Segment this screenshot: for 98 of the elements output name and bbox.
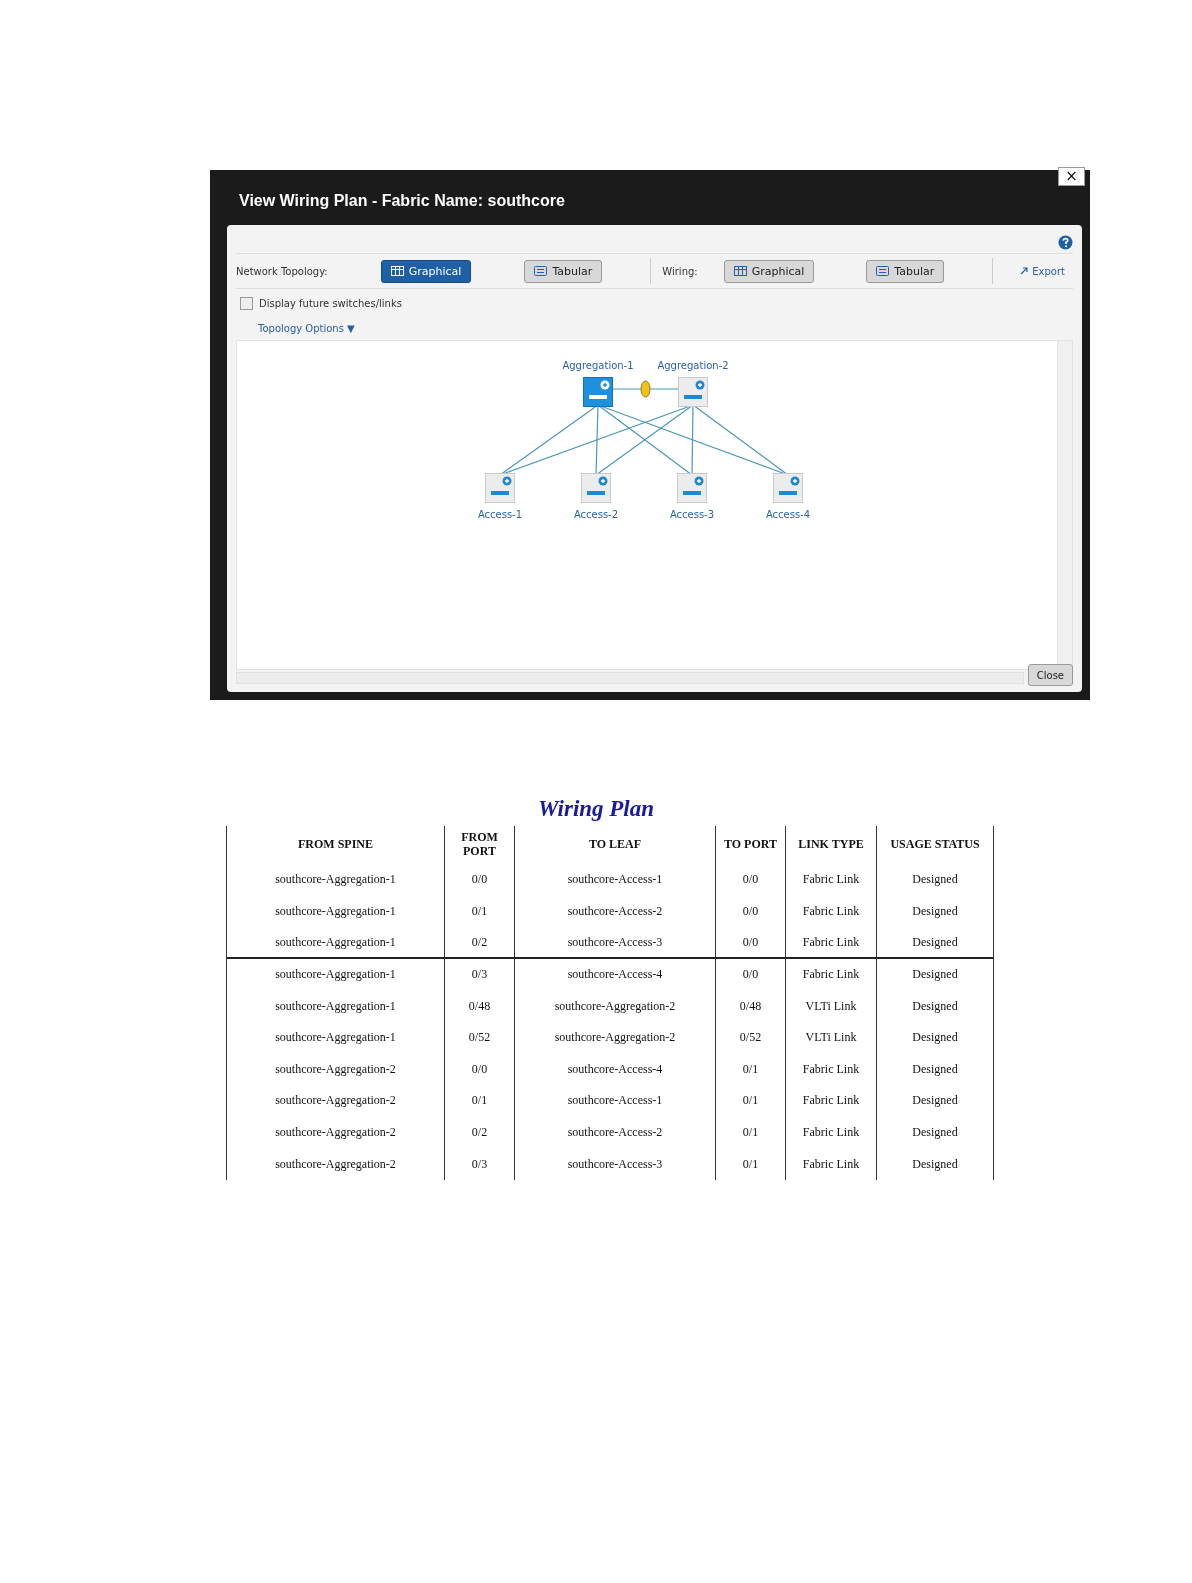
table-cell: Fabric Link — [785, 1116, 877, 1149]
table-cell: 0/1 — [444, 895, 515, 928]
table-cell: southcore-Access-1 — [514, 1085, 716, 1117]
table-cell: Designed — [876, 895, 994, 928]
table-cell: Designed — [876, 927, 994, 959]
network-topology-label: Network Topology: — [236, 265, 328, 277]
checkbox-label: Display future switches/links — [259, 297, 402, 309]
table-cell: 0/0 — [715, 958, 786, 991]
table-cell: 0/2 — [444, 927, 515, 959]
node-label: Access-1 — [477, 509, 523, 520]
table-cell: southcore-Access-2 — [514, 895, 716, 928]
node-label: Access-3 — [669, 509, 715, 520]
table-cell: 0/1 — [444, 1085, 515, 1117]
column-header: TO PORT — [715, 826, 786, 864]
table-cell: southcore-Access-4 — [514, 1053, 716, 1086]
table-cell: southcore-Access-1 — [514, 864, 716, 896]
view-toggle-button[interactable]: Graphical — [723, 259, 815, 283]
table-cell: 0/1 — [715, 1148, 786, 1180]
table-cell: VLTi Link — [785, 990, 877, 1022]
column-header: TO LEAF — [514, 826, 716, 864]
dialog-title: View Wiring Plan - Fabric Name: southcore — [239, 192, 565, 210]
table-cell: southcore-Aggregation-1 — [226, 927, 445, 959]
table-cell: 0/2 — [444, 1116, 515, 1149]
column-header: FROM SPINE — [226, 826, 445, 864]
table-cell: southcore-Aggregation-2 — [226, 1085, 445, 1117]
table-cell: 0/1 — [715, 1116, 786, 1149]
table-cell: 0/0 — [715, 927, 786, 959]
grid-icon — [733, 266, 747, 276]
table-cell: southcore-Aggregation-2 — [226, 1053, 445, 1086]
table-cell: Designed — [876, 1085, 994, 1117]
list-icon — [534, 266, 548, 276]
switch-node[interactable] — [581, 473, 611, 503]
export-link[interactable]: Export — [1032, 265, 1065, 277]
table-cell: southcore-Aggregation-2 — [514, 1021, 716, 1054]
help-icon[interactable] — [1058, 235, 1073, 250]
table-cell: southcore-Aggregation-2 — [226, 1148, 445, 1180]
table-cell: southcore-Aggregation-2 — [514, 990, 716, 1022]
view-toggle-button[interactable]: Tabular — [866, 259, 945, 283]
table-cell: Designed — [876, 990, 994, 1022]
table-cell: 0/0 — [715, 895, 786, 928]
node-label: Access-4 — [765, 509, 811, 520]
table-cell: 0/3 — [444, 1148, 515, 1180]
table-title: Wiring Plan — [537, 796, 655, 822]
column-header: USAGE STATUS — [876, 826, 994, 864]
table-cell: Designed — [876, 958, 994, 991]
list-icon — [876, 266, 890, 276]
node-label: Aggregation-1 — [562, 360, 634, 371]
checkbox[interactable] — [240, 296, 253, 310]
switch-node[interactable] — [583, 377, 613, 407]
table-cell: southcore-Aggregation-1 — [226, 895, 445, 928]
table-cell: southcore-Access-3 — [514, 1148, 716, 1180]
table-cell: southcore-Aggregation-2 — [226, 1116, 445, 1149]
node-label: Aggregation-2 — [657, 360, 729, 371]
table-cell: 0/52 — [444, 1021, 515, 1054]
table-cell: Designed — [876, 864, 994, 896]
close-button[interactable]: Close — [1027, 664, 1073, 686]
view-toggle-button[interactable]: Tabular — [524, 259, 603, 283]
switch-node[interactable] — [677, 473, 707, 503]
table-cell: 0/1 — [715, 1085, 786, 1117]
table-cell: Designed — [876, 1021, 994, 1054]
table-cell: 0/3 — [444, 958, 515, 991]
table-cell: Fabric Link — [785, 1148, 877, 1180]
table-cell: Designed — [876, 1053, 994, 1086]
table-cell: Fabric Link — [785, 1085, 877, 1117]
table-cell: Designed — [876, 1116, 994, 1149]
table-cell: Designed — [876, 1148, 994, 1180]
table-cell: southcore-Access-2 — [514, 1116, 716, 1149]
close-icon-button[interactable]: × — [1058, 167, 1085, 186]
table-cell: southcore-Aggregation-1 — [226, 958, 445, 991]
table-cell: 0/0 — [715, 864, 786, 896]
table-cell: 0/0 — [444, 864, 515, 896]
arrow-icon — [1020, 267, 1029, 275]
grid-icon — [390, 266, 404, 276]
table-cell: VLTi Link — [785, 1021, 877, 1054]
table-cell: 0/48 — [444, 990, 515, 1022]
switch-node[interactable] — [678, 377, 708, 407]
table-cell: southcore-Aggregation-1 — [226, 990, 445, 1022]
table-cell: 0/52 — [715, 1021, 786, 1054]
table-cell: Fabric Link — [785, 958, 877, 991]
table-cell: 0/1 — [715, 1053, 786, 1086]
table-cell: southcore-Access-4 — [514, 958, 716, 991]
table-cell: Fabric Link — [785, 864, 877, 896]
table-cell: Fabric Link — [785, 1053, 877, 1086]
wiring-label: Wiring: — [662, 265, 698, 277]
table-cell: southcore-Aggregation-1 — [226, 864, 445, 896]
switch-node[interactable] — [773, 473, 803, 503]
table-cell: Fabric Link — [785, 927, 877, 959]
column-header: FROM PORT — [444, 826, 515, 864]
column-header: LINK TYPE — [785, 826, 877, 864]
view-toggle-button[interactable]: Graphical — [380, 259, 472, 283]
table-cell: 0/0 — [444, 1053, 515, 1086]
node-label: Access-2 — [573, 509, 619, 520]
table-cell: Fabric Link — [785, 895, 877, 928]
switch-node[interactable] — [485, 473, 515, 503]
topology-options-link[interactable]: Topology Options ▼ — [258, 323, 355, 334]
table-cell: southcore-Access-3 — [514, 927, 716, 959]
table-cell: southcore-Aggregation-1 — [226, 1021, 445, 1054]
table-cell: 0/48 — [715, 990, 786, 1022]
